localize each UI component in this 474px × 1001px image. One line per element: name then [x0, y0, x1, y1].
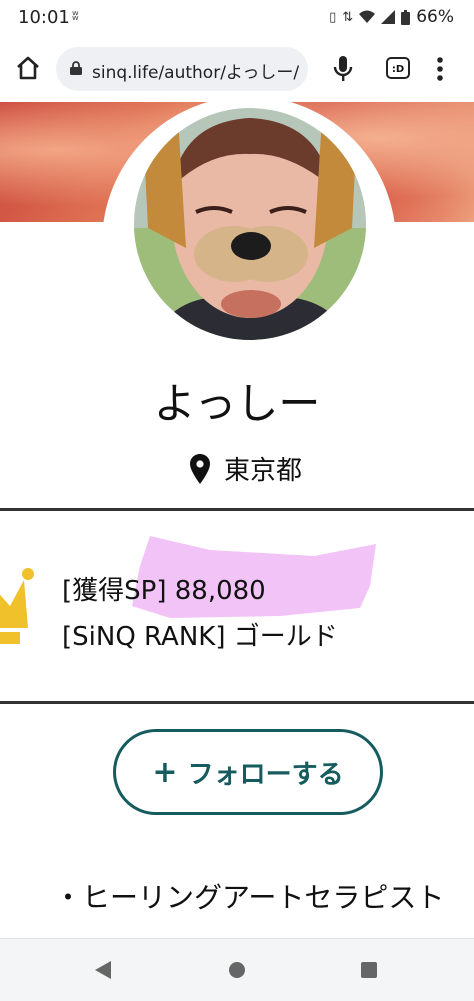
location-pin-icon [190, 453, 210, 484]
divider [0, 508, 474, 511]
system-nav-bar [0, 938, 474, 1001]
more-menu-icon[interactable] [436, 56, 444, 82]
address-bar[interactable]: sinq.life/author/よっしー/ [56, 47, 308, 91]
battery-icon [401, 9, 411, 25]
location-text: 東京都 [224, 456, 303, 486]
tab-switcher-icon[interactable]: :D [386, 57, 410, 79]
wifi-icon [359, 10, 376, 23]
bio-item: ・ヒーリングアートセラピスト [54, 881, 445, 914]
rank-stat: [SiNQ RANK] ゴールド [62, 622, 338, 652]
microphone-icon[interactable] [332, 54, 354, 84]
signal-icon [381, 10, 396, 24]
home-circle-icon[interactable] [229, 962, 245, 978]
follow-button[interactable]: + フォローする [113, 729, 383, 815]
divider [0, 701, 474, 704]
data-icon: ⇅ [342, 9, 354, 25]
lock-icon [70, 61, 82, 75]
url-text[interactable]: sinq.life/author/よっしー/ [92, 58, 304, 83]
status-bar: 10:01 ʬ ▯ ⇅ 66% [0, 0, 474, 36]
crown-icon [0, 568, 34, 644]
recents-icon[interactable] [361, 962, 377, 978]
profile-location: 東京都 [190, 450, 302, 487]
status-icons: ▯ ⇅ 66% [329, 7, 454, 27]
back-icon[interactable] [95, 961, 111, 979]
battery-level: 66% [416, 7, 454, 27]
sim-icon: ▯ [329, 9, 337, 25]
status-time: 10:01 [18, 7, 70, 28]
avatar-image [134, 108, 366, 340]
avatar [134, 108, 366, 340]
browser-toolbar: sinq.life/author/よっしー/ :D [0, 36, 474, 102]
home-icon[interactable] [14, 54, 42, 82]
sp-stat: [獲得SP] 88,080 [62, 576, 266, 606]
wifi-calling-icon: ʬ [72, 9, 79, 24]
follow-button-label: フォローする [187, 759, 344, 790]
profile-name: よっしー [153, 379, 321, 428]
plus-icon: + [152, 754, 178, 790]
